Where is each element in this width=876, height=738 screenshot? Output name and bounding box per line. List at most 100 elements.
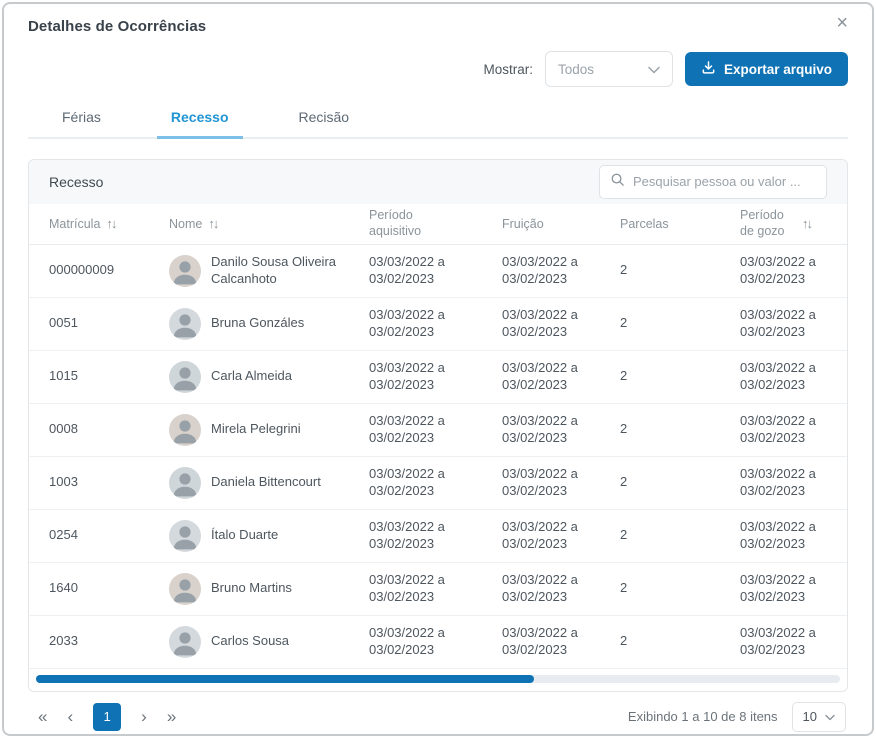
modal-title: Detalhes de Ocorrências	[28, 18, 206, 35]
table-row: 0051 Bruna Gonzáles 03/03/2022 a 03/02/2…	[29, 298, 847, 351]
table-row: 2033 Carlos Sousa 03/03/2022 a 03/02/202…	[29, 616, 847, 669]
cell-fruicao: 03/03/2022 a 03/02/2023	[502, 360, 602, 394]
page-size-value: 10	[803, 709, 817, 724]
cell-periodo-aquisitivo: 03/03/2022 a 03/02/2023	[369, 466, 469, 500]
cell-parcelas: 2	[620, 421, 740, 438]
cell-nome: Daniela Bittencourt	[169, 467, 369, 499]
first-page-button[interactable]: «	[32, 705, 53, 729]
cell-periodo-aquisitivo: 03/03/2022 a 03/02/2023	[369, 307, 469, 341]
column-header-nome[interactable]: Nome ↑↓	[169, 216, 369, 231]
cell-periodo-aquisitivo: 03/03/2022 a 03/02/2023	[369, 254, 469, 288]
cell-periodo-gozo: 03/03/2022 a 03/02/2023	[740, 413, 827, 447]
tab-ferias[interactable]: Férias	[48, 109, 115, 139]
cell-nome: Mirela Pelegrini	[169, 414, 369, 446]
cell-periodo-aquisitivo: 03/03/2022 a 03/02/2023	[369, 519, 469, 553]
pagination: « ‹ 1 › »	[32, 703, 182, 731]
cell-fruicao: 03/03/2022 a 03/02/2023	[502, 519, 602, 553]
table-row: 1015 Carla Almeida 03/03/2022 a 03/02/20…	[29, 351, 847, 404]
search-input[interactable]	[633, 174, 816, 189]
sort-icon[interactable]: ↑↓	[106, 216, 115, 231]
tabs-bar: Férias Recesso Recisão	[28, 109, 848, 139]
last-page-button[interactable]: »	[161, 705, 182, 729]
avatar	[169, 308, 201, 340]
cell-periodo-aquisitivo: 03/03/2022 a 03/02/2023	[369, 360, 469, 394]
avatar	[169, 414, 201, 446]
cell-periodo-gozo: 03/03/2022 a 03/02/2023	[740, 360, 827, 394]
cell-nome: Ítalo Duarte	[169, 520, 369, 552]
cell-periodo-gozo: 03/03/2022 a 03/02/2023	[740, 625, 827, 659]
cell-periodo-gozo: 03/03/2022 a 03/02/2023	[740, 572, 827, 606]
avatar	[169, 573, 201, 605]
cell-nome: Bruno Martins	[169, 573, 369, 605]
cell-matricula: 0008	[49, 421, 169, 438]
scrollbar-thumb[interactable]	[36, 675, 534, 683]
table-row: 0254 Ítalo Duarte 03/03/2022 a 03/02/202…	[29, 510, 847, 563]
cell-periodo-aquisitivo: 03/03/2022 a 03/02/2023	[369, 625, 469, 659]
cell-parcelas: 2	[620, 527, 740, 544]
cell-fruicao: 03/03/2022 a 03/02/2023	[502, 413, 602, 447]
cell-matricula: 2033	[49, 633, 169, 650]
avatar	[169, 255, 201, 287]
show-select-value: Todos	[558, 62, 594, 77]
cell-fruicao: 03/03/2022 a 03/02/2023	[502, 572, 602, 606]
tab-recesso[interactable]: Recesso	[157, 109, 243, 139]
cell-matricula: 000000009	[49, 262, 169, 279]
cell-matricula: 0051	[49, 315, 169, 332]
cell-periodo-gozo: 03/03/2022 a 03/02/2023	[740, 519, 827, 553]
table-header-row: Matrícula ↑↓ Nome ↑↓ Período aquisitivo …	[29, 204, 847, 245]
show-label: Mostrar:	[483, 62, 533, 77]
horizontal-scrollbar[interactable]	[36, 675, 840, 683]
cell-parcelas: 2	[620, 368, 740, 385]
items-count-info: Exibindo 1 a 10 de 8 itens	[628, 709, 778, 724]
cell-matricula: 1003	[49, 474, 169, 491]
recesso-table-card: Recesso Matrícula ↑↓ Nome ↑↓	[28, 159, 848, 692]
occurrences-modal: Detalhes de Ocorrências × Mostrar: Todos…	[2, 2, 874, 736]
cell-nome: Carlos Sousa	[169, 626, 369, 658]
cell-fruicao: 03/03/2022 a 03/02/2023	[502, 254, 602, 288]
table-row: 0008 Mirela Pelegrini 03/03/2022 a 03/02…	[29, 404, 847, 457]
column-header-matricula[interactable]: Matrícula ↑↓	[49, 216, 169, 231]
page-size-select[interactable]: 10	[792, 702, 846, 732]
cell-matricula: 0254	[49, 527, 169, 544]
prev-page-button[interactable]: ‹	[61, 705, 79, 729]
cell-matricula: 1640	[49, 580, 169, 597]
avatar	[169, 520, 201, 552]
show-select[interactable]: Todos	[545, 51, 673, 87]
cell-parcelas: 2	[620, 474, 740, 491]
cell-matricula: 1015	[49, 368, 169, 385]
cell-parcelas: 2	[620, 633, 740, 650]
sort-icon[interactable]: ↑↓	[802, 216, 811, 231]
page-number-button[interactable]: 1	[93, 703, 121, 731]
avatar	[169, 626, 201, 658]
cell-periodo-aquisitivo: 03/03/2022 a 03/02/2023	[369, 572, 469, 606]
column-header-periodo-aquisitivo: Período aquisitivo	[369, 208, 502, 239]
column-header-parcelas: Parcelas	[620, 217, 740, 231]
export-button-label: Exportar arquivo	[724, 62, 832, 77]
chevron-down-icon	[648, 62, 660, 77]
export-button[interactable]: Exportar arquivo	[685, 52, 848, 86]
avatar	[169, 361, 201, 393]
table-row: 1640 Bruno Martins 03/03/2022 a 03/02/20…	[29, 563, 847, 616]
cell-periodo-aquisitivo: 03/03/2022 a 03/02/2023	[369, 413, 469, 447]
cell-fruicao: 03/03/2022 a 03/02/2023	[502, 307, 602, 341]
cell-nome: Carla Almeida	[169, 361, 369, 393]
column-header-fruicao: Fruição	[502, 217, 620, 231]
cell-parcelas: 2	[620, 262, 740, 279]
column-header-periodo-gozo[interactable]: Período de gozo ↑↓	[740, 208, 827, 239]
close-icon[interactable]: ×	[836, 16, 848, 30]
search-icon	[610, 172, 625, 192]
chevron-down-icon	[825, 709, 835, 724]
sort-icon[interactable]: ↑↓	[208, 216, 217, 231]
table-row: 000000009 Danilo Sousa Oliveira Calcanho…	[29, 245, 847, 298]
search-box[interactable]	[599, 165, 827, 199]
cell-periodo-gozo: 03/03/2022 a 03/02/2023	[740, 466, 827, 500]
avatar	[169, 467, 201, 499]
table-row: 1003 Daniela Bittencourt 03/03/2022 a 03…	[29, 457, 847, 510]
tab-recisao[interactable]: Recisão	[285, 109, 364, 139]
cell-fruicao: 03/03/2022 a 03/02/2023	[502, 625, 602, 659]
cell-parcelas: 2	[620, 315, 740, 332]
next-page-button[interactable]: ›	[135, 705, 153, 729]
cell-fruicao: 03/03/2022 a 03/02/2023	[502, 466, 602, 500]
cell-periodo-gozo: 03/03/2022 a 03/02/2023	[740, 254, 827, 288]
cell-nome: Bruna Gonzáles	[169, 308, 369, 340]
